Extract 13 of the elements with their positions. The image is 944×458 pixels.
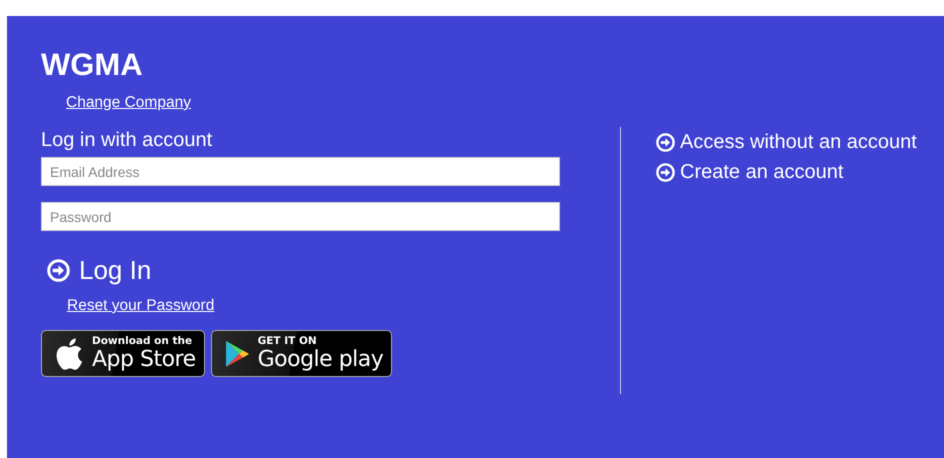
option-link[interactable]: Create an account (656, 161, 917, 184)
option-link[interactable]: Access without an account (656, 131, 917, 154)
login-button[interactable]: Log In (47, 255, 152, 286)
play-icon (224, 340, 250, 368)
apple-icon (54, 336, 84, 372)
reset-password-link[interactable]: Reset your Password (67, 297, 214, 315)
email-field[interactable]: Email Address (41, 157, 560, 186)
login-heading: Log in with account (41, 128, 214, 152)
password-field[interactable]: Password (41, 202, 560, 231)
google-play-badge[interactable]: GET IT ON Google play (210, 330, 392, 377)
change-company-link[interactable]: Change Company (66, 94, 191, 112)
app-store-badge[interactable]: Download on the App Store (41, 330, 205, 377)
brand-title: WGMA (41, 47, 144, 83)
